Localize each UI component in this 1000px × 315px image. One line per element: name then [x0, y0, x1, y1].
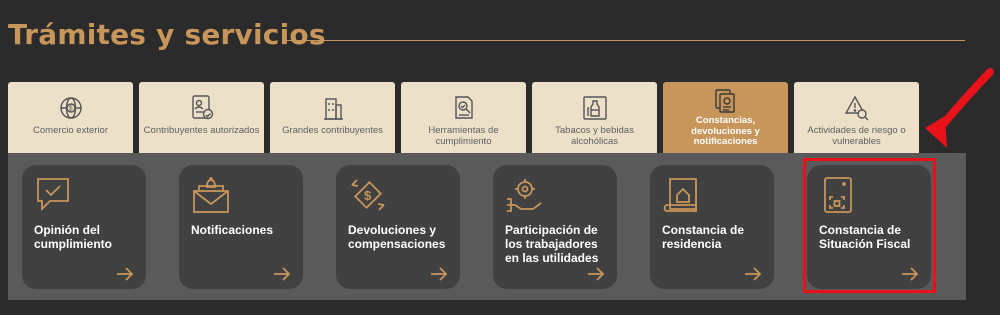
tab-label: Tabacos y bebidas alcohólicas	[555, 125, 634, 147]
tab-actividades-riesgo[interactable]: Actividades de riesgo o vulnerables	[794, 82, 919, 154]
card-label: Constancia de residencia	[662, 223, 745, 251]
documents-icon	[714, 89, 735, 113]
arrow-right-icon	[588, 267, 605, 281]
buildings-icon	[323, 98, 343, 120]
tab-label: Grandes contribuyentes	[282, 125, 383, 136]
tab-label: Comercio exterior	[33, 125, 108, 136]
card-label: Devoluciones y compensaciones	[348, 223, 446, 251]
speech-check-icon	[37, 178, 69, 212]
tab-herramientas-cumplimiento[interactable]: Herramientas de cumplimiento	[401, 82, 526, 154]
card-opinion-cumplimiento[interactable]: Opinión del cumplimiento	[22, 165, 146, 289]
tab-label: Herramientas de cumplimiento	[428, 125, 499, 147]
category-tabs: $ Comercio exterior Contribuyentes autor…	[8, 82, 920, 154]
hand-gear-icon	[507, 179, 542, 212]
tab-contribuyentes-autorizados[interactable]: Contribuyentes autorizados	[139, 82, 264, 154]
globe-dollar-icon: $	[59, 97, 82, 119]
title-divider	[285, 40, 965, 41]
risk-search-icon	[844, 95, 868, 121]
arrow-right-icon	[431, 267, 448, 281]
red-curved-arrow-icon	[925, 68, 994, 148]
id-card-thumbs-icon	[191, 95, 213, 120]
scroll-house-icon	[663, 178, 697, 212]
card-notificaciones[interactable]: Notificaciones	[179, 165, 303, 289]
svg-text:$: $	[68, 106, 72, 113]
card-label: Notificaciones	[191, 223, 274, 237]
arrow-right-icon	[117, 267, 134, 281]
card-constancia-residencia[interactable]: Constancia de residencia	[650, 165, 774, 289]
tab-grandes-contribuyentes[interactable]: Grandes contribuyentes	[270, 82, 395, 154]
card-participacion-utilidades[interactable]: Participación de los trabajadores en las…	[493, 165, 617, 289]
tab-constancias-devoluciones-notificaciones[interactable]: Constancias, devoluciones y notificacion…	[663, 82, 788, 154]
tab-label: Actividades de riesgo o vulnerables	[807, 125, 906, 147]
envelope-bell-icon	[193, 177, 229, 213]
refund-arrows-icon: $	[351, 179, 385, 211]
highlight-box	[803, 158, 936, 293]
arrow-right-icon	[274, 267, 291, 281]
card-devoluciones-compensaciones[interactable]: $ Devoluciones y compensaciones	[336, 165, 460, 289]
svg-text:$: $	[364, 188, 372, 203]
card-label: Participación de los trabajadores en las…	[505, 223, 599, 265]
arrow-right-icon	[745, 267, 762, 281]
bottle-icon	[582, 96, 607, 120]
card-label: Opinión del cumplimiento	[34, 223, 113, 251]
tab-tabacos-bebidas[interactable]: Tabacos y bebidas alcohólicas	[532, 82, 657, 154]
section-title: Trámites y servicios	[8, 18, 326, 51]
tab-label: Contribuyentes autorizados	[143, 125, 260, 136]
tab-label: Constancias, devoluciones y notificacion…	[691, 115, 760, 147]
document-search-icon	[454, 96, 473, 119]
tab-comercio-exterior[interactable]: $ Comercio exterior	[8, 82, 133, 154]
